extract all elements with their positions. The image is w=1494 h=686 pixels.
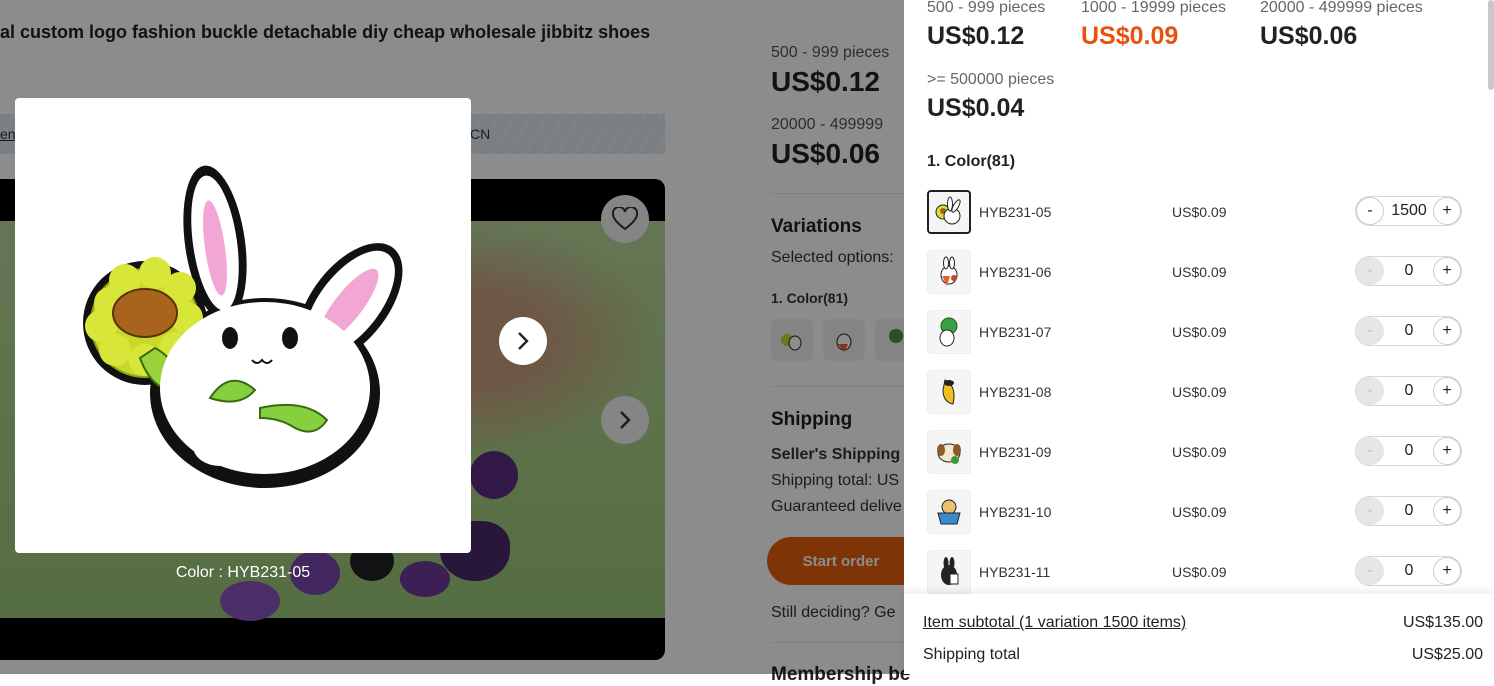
variant-thumb[interactable] — [927, 190, 971, 234]
variant-row: HYB231-09 US$0.09 - 0 + — [927, 430, 1467, 490]
variant-row: HYB231-05 US$0.09 - 1500 + — [927, 190, 1467, 250]
quantity-stepper: - 0 + — [1355, 556, 1462, 586]
tier-price: US$0.04 — [927, 94, 1025, 122]
variant-code: HYB231-05 — [979, 204, 1052, 220]
quantity-input[interactable]: 0 — [1384, 557, 1434, 585]
increase-button[interactable]: + — [1433, 437, 1461, 465]
quantity-input[interactable]: 0 — [1384, 497, 1434, 525]
color-section-title: 1. Color(81) — [927, 153, 1016, 170]
tier-price: US$0.09 — [1081, 22, 1179, 50]
bunny-sunflower-image — [83, 165, 403, 488]
tier-range: 20000 - 499999 pieces — [1260, 0, 1423, 16]
tier-range: >= 500000 pieces — [927, 71, 1055, 88]
decrease-button[interactable]: - — [1356, 197, 1384, 225]
shipping-total-value: US$25.00 — [1411, 646, 1483, 663]
price-tier: 500 - 999 pieces US$0.12 — [927, 0, 1045, 50]
quantity-input[interactable]: 0 — [1384, 437, 1434, 465]
variant-price: US$0.09 — [1172, 444, 1227, 460]
lightbox-next-button[interactable] — [499, 317, 547, 365]
decrease-button[interactable]: - — [1356, 257, 1384, 285]
variant-thumb[interactable] — [927, 310, 971, 354]
increase-button[interactable]: + — [1433, 557, 1461, 585]
bunny-dog-icon — [937, 443, 961, 464]
quantity-stepper: - 0 + — [1355, 316, 1462, 346]
shipping-total-label: Shipping total — [923, 646, 1020, 663]
increase-button[interactable]: + — [1433, 257, 1461, 285]
bunny-black-icon — [941, 557, 959, 585]
order-summary: Item subtotal (1 variation 1500 items) U… — [904, 594, 1494, 674]
variant-thumb[interactable] — [927, 250, 971, 294]
variant-row: HYB231-06 US$0.09 - 0 + — [927, 250, 1467, 310]
price-tier: 20000 - 499999 pieces US$0.06 — [1260, 0, 1423, 50]
decrease-button[interactable]: - — [1356, 317, 1384, 345]
drawer-scrollbar[interactable] — [1488, 0, 1494, 90]
quantity-stepper: - 0 + — [1355, 436, 1462, 466]
variant-thumb[interactable] — [927, 370, 971, 414]
variation-drawer: 500 - 999 pieces US$0.12 1000 - 19999 pi… — [904, 0, 1494, 674]
price-tier: >= 500000 pieces US$0.04 — [927, 71, 1055, 123]
lightbox-caption: Color : HYB231-05 — [175, 564, 311, 581]
increase-button[interactable]: + — [1433, 497, 1461, 525]
subtotal-label[interactable]: Item subtotal (1 variation 1500 items) — [923, 614, 1186, 632]
variant-thumb[interactable] — [927, 550, 971, 594]
increase-button[interactable]: + — [1433, 317, 1461, 345]
quantity-input[interactable]: 0 — [1384, 317, 1434, 345]
variant-code: HYB231-07 — [979, 324, 1052, 340]
variant-price: US$0.09 — [1172, 384, 1227, 400]
tier-range: 500 - 999 pieces — [927, 0, 1046, 16]
subtotal-value: US$135.00 — [1402, 614, 1483, 631]
bunny-carrot-icon — [940, 256, 958, 286]
image-lightbox — [15, 98, 471, 553]
variant-code: HYB231-06 — [979, 264, 1052, 280]
variant-code: HYB231-11 — [979, 564, 1051, 580]
decrease-button[interactable]: - — [1356, 437, 1384, 465]
quantity-stepper: - 0 + — [1355, 496, 1462, 526]
decrease-button[interactable]: - — [1356, 497, 1384, 525]
tier-price: US$0.06 — [1260, 22, 1358, 50]
variant-list: HYB231-05 US$0.09 - 1500 + HYB231-06 US$… — [927, 190, 1467, 610]
variant-thumb[interactable] — [927, 430, 971, 474]
variant-thumb[interactable] — [927, 490, 971, 534]
variant-price: US$0.09 — [1172, 324, 1227, 340]
chevron-right-icon — [518, 332, 529, 350]
bunny-sunflower-icon — [935, 196, 961, 225]
decrease-button[interactable]: - — [1356, 377, 1384, 405]
decrease-button[interactable]: - — [1356, 557, 1384, 585]
quantity-input[interactable]: 1500 — [1384, 197, 1434, 225]
quantity-stepper: - 1500 + — [1355, 196, 1462, 226]
quantity-stepper: - 0 + — [1355, 376, 1462, 406]
variant-row: HYB231-10 US$0.09 - 0 + — [927, 490, 1467, 550]
bunny-banana-icon — [942, 379, 955, 405]
bunny-broccoli-icon — [939, 317, 958, 347]
quantity-stepper: - 0 + — [1355, 256, 1462, 286]
variant-price: US$0.09 — [1172, 204, 1227, 220]
tier-range: 1000 - 19999 pieces — [1081, 0, 1226, 16]
quantity-input[interactable]: 0 — [1384, 377, 1434, 405]
variant-row: HYB231-08 US$0.09 - 0 + — [927, 370, 1467, 430]
increase-button[interactable]: + — [1433, 377, 1461, 405]
price-tier-active: 1000 - 19999 pieces US$0.09 — [1081, 0, 1226, 50]
increase-button[interactable]: + — [1433, 197, 1461, 225]
variant-code: HYB231-09 — [979, 444, 1052, 460]
tier-price: US$0.12 — [927, 22, 1025, 50]
variant-row: HYB231-07 US$0.09 - 0 + — [927, 310, 1467, 370]
variant-code: HYB231-08 — [979, 384, 1052, 400]
variant-price: US$0.09 — [1172, 264, 1227, 280]
bunny-cup-icon — [937, 499, 961, 525]
variant-price: US$0.09 — [1172, 564, 1227, 580]
variant-price: US$0.09 — [1172, 504, 1227, 520]
variant-code: HYB231-10 — [979, 504, 1052, 520]
quantity-input[interactable]: 0 — [1384, 257, 1434, 285]
